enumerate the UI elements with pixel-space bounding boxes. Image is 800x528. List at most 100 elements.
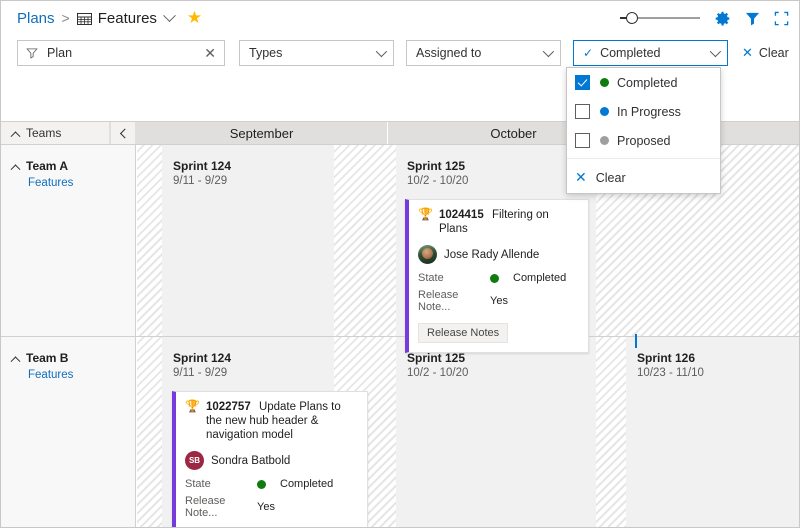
dropdown-option-in-progress[interactable]: In Progress: [567, 97, 720, 126]
toolbar: [620, 1, 789, 35]
status-dot-icon: [600, 78, 609, 87]
card-assignee: SB Sondra Batbold: [185, 451, 358, 470]
lane-gap: [596, 337, 626, 527]
team-cell-team-a: Team A Features: [1, 145, 136, 336]
sprint-name: Sprint 125: [407, 351, 466, 365]
trophy-icon: 🏆: [418, 207, 433, 221]
sprint-name: Sprint 126: [637, 351, 696, 365]
grid-icon: [76, 12, 92, 25]
filter-icon: [26, 47, 38, 59]
plan-filter-input[interactable]: Plan ✕: [17, 40, 225, 66]
tag-chip[interactable]: Release Notes: [418, 323, 509, 343]
chevron-up-icon: [10, 163, 21, 174]
close-icon: ✕: [575, 169, 587, 185]
field-label: Release Note...: [185, 495, 226, 519]
sprint-lane-126: Sprint 126 10/23 - 11/10: [626, 337, 799, 527]
close-icon[interactable]: ✕: [204, 45, 216, 62]
month-label: September: [229, 125, 294, 141]
breadcrumb-plans[interactable]: Plans: [17, 10, 55, 27]
filter-icon[interactable]: [745, 11, 760, 26]
field-label: State: [418, 272, 444, 284]
clear-filters-label: Clear: [758, 46, 789, 60]
card-field-release-note: Release Note... Yes: [418, 289, 579, 313]
chevron-down-icon[interactable]: [163, 8, 176, 22]
assignee-name: Sondra Batbold: [211, 454, 291, 467]
states-dropdown-panel: Completed In Progress Proposed ✕ Clear: [566, 67, 721, 194]
states-filter-dropdown[interactable]: ✓ Completed: [573, 40, 728, 66]
sprint-dates: 10/2 - 10/20: [407, 367, 469, 379]
dropdown-clear-button[interactable]: ✕ Clear: [567, 162, 720, 193]
plans-features-app: Plans > Features ★ Plan ✕ Types Assigned…: [0, 0, 800, 528]
team-row-team-b: Team B Features Sprint 124 9/11 - 9/29 S…: [1, 334, 799, 527]
status-dot-icon: [600, 107, 609, 116]
checkbox-icon[interactable]: [575, 75, 590, 90]
assignee-name: Jose Rady Allende: [444, 248, 540, 261]
teams-header[interactable]: Teams: [1, 122, 109, 144]
field-value-text: Yes: [490, 295, 508, 307]
dropdown-option-label: Completed: [617, 75, 678, 90]
team-name-team-b[interactable]: Team B: [10, 351, 135, 366]
work-item-card[interactable]: 🏆 1022757 Update Plans to the new hub he…: [172, 391, 368, 527]
field-value-text: Yes: [257, 501, 275, 513]
chevron-down-icon: [542, 45, 555, 58]
card-field-state: State Completed: [185, 478, 358, 490]
dropdown-divider: [567, 158, 720, 159]
sprint-name: Sprint 125: [407, 159, 466, 173]
dropdown-option-completed[interactable]: Completed: [567, 68, 720, 97]
sprint-dates: 9/11 - 9/29: [173, 175, 228, 187]
sprint-dates: 9/11 - 9/29: [173, 367, 228, 379]
card-title-row: 🏆 1024415 Filtering on Plans: [418, 208, 579, 236]
sprint-name: Sprint 124: [173, 159, 232, 173]
zoom-slider-thumb[interactable]: [626, 12, 638, 24]
avatar: [418, 245, 437, 264]
plan-filter-value: Plan: [47, 46, 73, 60]
field-value-text: Completed: [513, 272, 567, 284]
field-value: Completed: [257, 478, 333, 490]
zoom-slider[interactable]: [620, 11, 700, 25]
checkbox-icon[interactable]: [575, 104, 590, 119]
lane-gap: [334, 145, 396, 336]
breadcrumb-separator: >: [61, 10, 70, 26]
team-backlog-link[interactable]: Features: [28, 177, 135, 189]
team-label: Team B: [26, 351, 69, 365]
work-item-card[interactable]: 🏆 1024415 Filtering on Plans Jose Rady A…: [405, 199, 589, 353]
status-dot-icon: [490, 273, 499, 283]
card-assignee: Jose Rady Allende: [418, 245, 579, 264]
field-label: Release Note...: [418, 289, 459, 313]
card-field-release-note: Release Note... Yes: [185, 495, 358, 519]
avatar: SB: [185, 451, 204, 470]
card-tags: Release Notes: [418, 323, 579, 343]
breadcrumb-current: Features: [97, 9, 157, 27]
types-filter-dropdown[interactable]: Types: [239, 40, 394, 66]
team-name-team-a[interactable]: Team A: [10, 159, 135, 174]
star-icon[interactable]: ★: [187, 8, 202, 28]
sprint-lane-124: Sprint 124 9/11 - 9/29: [162, 145, 334, 336]
checkbox-icon[interactable]: [575, 133, 590, 148]
close-icon: ✕: [742, 45, 753, 60]
fullscreen-icon[interactable]: [774, 11, 789, 26]
types-filter-label: Types: [249, 46, 283, 60]
gear-icon[interactable]: [714, 10, 731, 27]
teams-header-label: Teams: [26, 126, 62, 140]
assigned-to-filter-label: Assigned to: [416, 46, 482, 60]
assigned-to-filter-dropdown[interactable]: Assigned to: [406, 40, 561, 66]
field-value: Completed: [490, 272, 566, 284]
dropdown-option-proposed[interactable]: Proposed: [567, 126, 720, 155]
scroll-left-button[interactable]: [111, 122, 135, 144]
field-value-text: Completed: [280, 478, 334, 490]
chevron-left-icon: [119, 128, 130, 138]
status-dot-icon: [257, 479, 266, 489]
team-label: Team A: [26, 159, 69, 173]
field-label: State: [185, 478, 211, 490]
chevron-up-icon: [10, 130, 21, 141]
dropdown-clear-label: Clear: [595, 170, 626, 185]
timeline-body: Team A Features Sprint 124 9/11 - 9/29 S…: [1, 145, 799, 527]
top-bar: Plans > Features ★: [1, 1, 799, 35]
team-backlog-link[interactable]: Features: [28, 369, 135, 381]
check-icon: ✓: [583, 46, 594, 60]
clear-filters-button[interactable]: ✕ Clear: [742, 45, 789, 61]
lane-gap: [137, 337, 162, 527]
sprint-name: Sprint 124: [173, 351, 232, 365]
card-field-state: State Completed: [418, 272, 579, 284]
month-header-september: September: [136, 122, 388, 144]
